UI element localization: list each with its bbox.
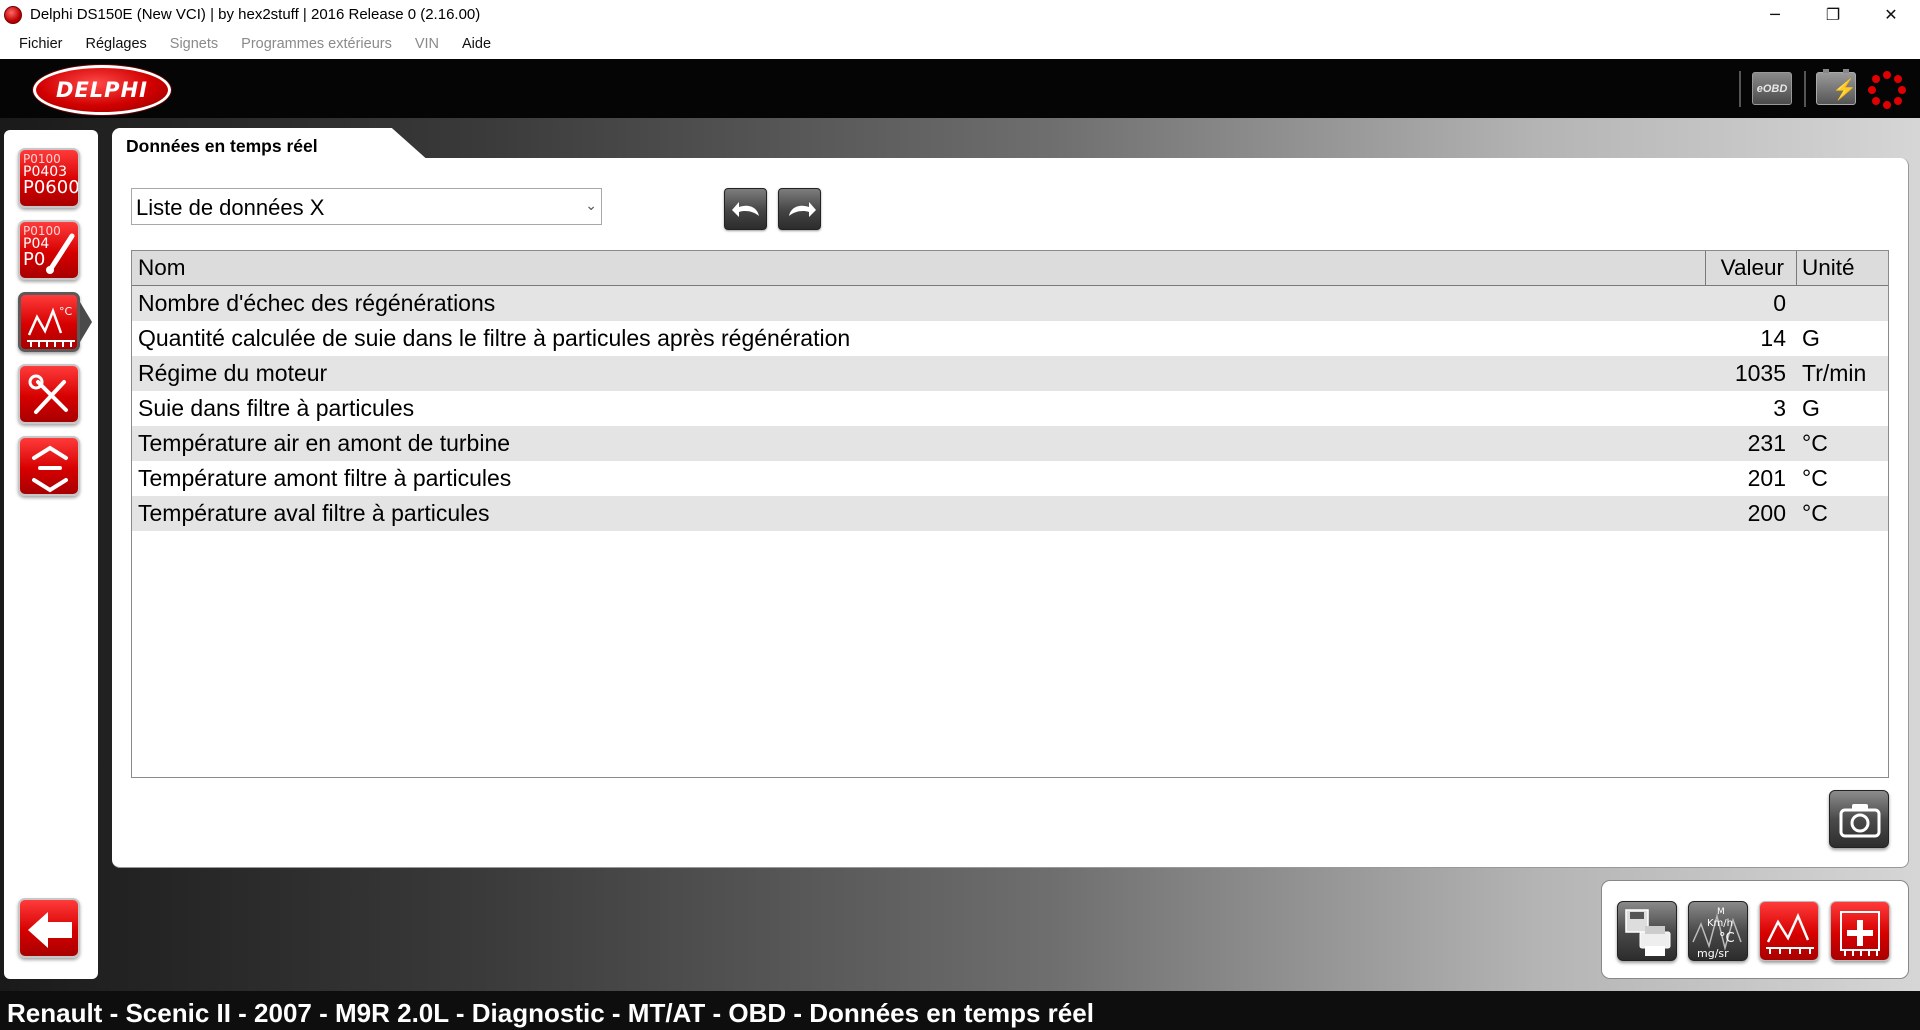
window-title: Delphi DS150E (New VCI) | by hex2stuff |…: [30, 6, 481, 23]
read-dtc-button[interactable]: P0100 P0403 P0600: [18, 148, 80, 208]
table-header: Nom Valeur Unité: [132, 251, 1888, 286]
row-unit: °C: [1802, 500, 1828, 526]
restore-button[interactable]: ❐: [1804, 0, 1862, 29]
row-name: Température aval filtre à particules: [138, 500, 490, 526]
save-print-button[interactable]: [1617, 901, 1677, 961]
dtc-code: P0600: [23, 177, 80, 198]
add-parameter-button[interactable]: [1830, 901, 1890, 961]
column-header-name[interactable]: Nom: [138, 251, 186, 285]
table-row[interactable]: Nombre d'échec des régénérations 0: [132, 286, 1888, 321]
row-name: Quantité calculée de suie dans le filtre…: [138, 325, 851, 351]
dtc-code: P0100: [23, 152, 61, 166]
graph-icon: [1766, 912, 1814, 954]
tab-live-data-label: Données en temps réel: [126, 136, 318, 156]
back-button[interactable]: [18, 898, 80, 958]
chevron-down-icon[interactable]: ⌄: [585, 198, 597, 214]
clear-dtc-button[interactable]: P0100 P04 P0: [18, 220, 80, 280]
table-row[interactable]: Température air en amont de turbine 231 …: [132, 426, 1888, 461]
units-button[interactable]: M Km/h °C mg/sr: [1688, 901, 1748, 961]
row-unit: G: [1802, 325, 1820, 351]
data-list-selected-value: Liste de données X: [136, 195, 325, 220]
svg-text:°C: °C: [59, 305, 73, 318]
header-divider: [1804, 71, 1806, 107]
row-value: 201: [1747, 465, 1786, 491]
header-divider: [1739, 71, 1741, 107]
close-button[interactable]: ✕: [1862, 0, 1920, 29]
redo-arrow-icon: [789, 202, 816, 217]
row-value: 200: [1747, 500, 1786, 526]
title-bar: Delphi DS150E (New VCI) | by hex2stuff |…: [0, 0, 1920, 29]
unit-glyph: mg/sr: [1697, 947, 1729, 960]
tests-button[interactable]: [18, 364, 80, 424]
menu-programmes-exterieurs: Programmes extérieurs: [241, 36, 392, 52]
menu-bar: Fichier Réglages Signets Programmes exté…: [0, 29, 1920, 59]
active-item-pointer: [80, 302, 92, 342]
graph-button[interactable]: [1759, 901, 1819, 961]
tools-icon: [28, 374, 68, 414]
unit-glyph: M: [1717, 907, 1725, 917]
add-parameter-icon: [1840, 911, 1880, 956]
menu-vin: VIN: [414, 36, 440, 52]
window-controls: ─ ❐ ✕: [1746, 0, 1920, 29]
next-list-button[interactable]: [778, 188, 821, 230]
row-value: 14: [1760, 325, 1786, 351]
unit-glyph: Km/h: [1707, 918, 1733, 929]
status-bar: Renault - Scenic II - 2007 - M9R 2.0L - …: [0, 991, 1920, 1030]
logo-text: DELPHI: [56, 78, 148, 102]
row-name: Température amont filtre à particules: [138, 465, 512, 491]
row-name: Régime du moteur: [138, 360, 328, 386]
connection-spinner-icon: [1868, 71, 1906, 109]
screenshot-button[interactable]: [1829, 790, 1889, 848]
adjustments-button[interactable]: [18, 436, 80, 496]
row-name: Nombre d'échec des régénérations: [138, 290, 496, 316]
app-header: DELPHI eOBD ⚡: [0, 59, 1920, 118]
table-row[interactable]: Température amont filtre à particules 20…: [132, 461, 1888, 496]
row-name: Température air en amont de turbine: [138, 430, 511, 456]
back-arrow-icon: [28, 912, 72, 948]
data-list-select[interactable]: Liste de données X ⌄: [131, 188, 602, 225]
live-data-button[interactable]: °C: [18, 292, 80, 352]
battery-charging-icon: ⚡: [1816, 69, 1857, 105]
row-value: 1035: [1734, 360, 1786, 386]
row-value: 231: [1747, 430, 1786, 456]
table-row[interactable]: Suie dans filtre à particules 3 G: [132, 391, 1888, 426]
camera-icon: [1839, 804, 1881, 838]
unit-glyph: °C: [1719, 931, 1735, 946]
menu-signets: Signets: [169, 36, 219, 52]
table-row[interactable]: Quantité calculée de suie dans le filtre…: [132, 321, 1888, 356]
previous-list-button[interactable]: [724, 188, 767, 230]
menu-fichier[interactable]: Fichier: [19, 36, 63, 52]
eobd-icon[interactable]: eOBD: [1752, 72, 1792, 105]
row-unit: °C: [1802, 465, 1828, 491]
live-data-table: Nom Valeur Unité Nombre d'échec des régé…: [131, 250, 1889, 778]
tool-panel: M Km/h °C mg/sr: [1601, 880, 1909, 979]
dtc-codes-icon: P0100 P0403 P0600: [23, 152, 80, 198]
row-name: Suie dans filtre à particules: [138, 395, 415, 421]
adjust-arrows-icon: [32, 445, 68, 493]
menu-reglages[interactable]: Réglages: [86, 36, 147, 52]
column-header-value[interactable]: Valeur: [1704, 251, 1784, 285]
table-row[interactable]: Température aval filtre à particules 200…: [132, 496, 1888, 531]
delphi-app-icon: [4, 5, 22, 24]
row-value: 0: [1773, 290, 1786, 316]
column-divider[interactable]: [1796, 251, 1797, 285]
row-value: 3: [1773, 395, 1786, 421]
undo-arrow-icon: [732, 202, 759, 217]
minimize-button[interactable]: ─: [1746, 0, 1804, 29]
eraser-icon: [46, 233, 75, 274]
left-sidebar: P0100 P0403 P0600 P0100 P04 P0 °C: [4, 130, 98, 979]
column-header-unit[interactable]: Unité: [1802, 251, 1855, 285]
row-unit: G: [1802, 395, 1820, 421]
units-icon: M Km/h °C mg/sr: [1692, 907, 1742, 960]
table-row[interactable]: Régime du moteur 1035 Tr/min: [132, 356, 1888, 391]
row-unit: Tr/min: [1802, 360, 1867, 386]
save-print-icon: [1625, 909, 1671, 956]
row-unit: °C: [1802, 430, 1828, 456]
menu-aide[interactable]: Aide: [462, 36, 491, 52]
status-breadcrumb: Renault - Scenic II - 2007 - M9R 2.0L - …: [7, 998, 1094, 1028]
delphi-logo: DELPHI: [33, 65, 171, 115]
live-data-chart-icon: °C: [27, 305, 75, 347]
